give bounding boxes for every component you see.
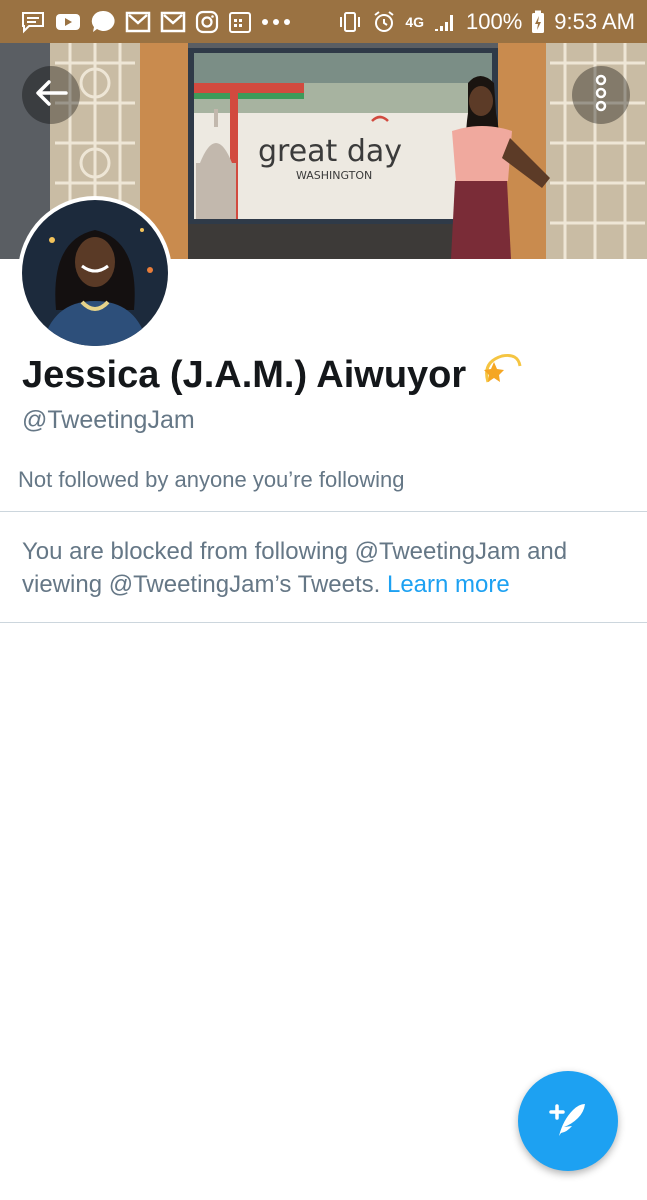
- dizzy-star-icon: [480, 352, 522, 398]
- gmail-icon: [125, 11, 151, 33]
- youtube-icon: [55, 11, 81, 33]
- profile-handle: @TweetingJam: [22, 406, 195, 434]
- system-status: 4G 100% 9:53 AM: [337, 9, 635, 35]
- network-4g-icon: 4G: [405, 13, 424, 30]
- clock: 9:53 AM: [554, 8, 635, 34]
- display-name: Jessica (J.A.M.) Aiwuyor: [22, 352, 522, 398]
- signal-strength-icon: [433, 11, 457, 33]
- instagram-icon: [195, 10, 219, 34]
- compose-tweet-button[interactable]: [518, 1071, 618, 1171]
- display-name-text: Jessica (J.A.M.) Aiwuyor: [22, 353, 467, 396]
- learn-more-link[interactable]: Learn more: [387, 571, 510, 598]
- vibrate-icon: [337, 10, 363, 34]
- signal-app-icon: [90, 9, 116, 35]
- notification-icons: [20, 9, 291, 35]
- followed-by-text: Not followed by anyone you’re following: [18, 467, 405, 492]
- compose-feather-icon: [545, 1096, 591, 1147]
- battery-charging-icon: [531, 10, 545, 34]
- avatar[interactable]: [18, 196, 172, 350]
- arrow-left-icon: [34, 78, 68, 113]
- calendar-icon: [228, 10, 252, 34]
- alarm-icon: [372, 10, 396, 34]
- avatar-image: [22, 200, 168, 346]
- back-button[interactable]: [22, 66, 80, 124]
- blocked-notice: You are blocked from following @Tweeting…: [22, 535, 622, 601]
- more-options-button[interactable]: [572, 66, 630, 124]
- banner-show-name: great day: [258, 134, 402, 169]
- message-icon: [20, 10, 46, 34]
- banner-show-subtitle: WASHINGTON: [296, 169, 372, 182]
- status-bar: 4G 100% 9:53 AM: [0, 0, 647, 43]
- gmail-icon: [160, 11, 186, 33]
- divider: [0, 622, 647, 623]
- more-dots-icon: [261, 17, 291, 27]
- vertical-dots-icon: [594, 73, 608, 118]
- battery-percent: 100%: [466, 8, 523, 34]
- divider: [0, 511, 647, 512]
